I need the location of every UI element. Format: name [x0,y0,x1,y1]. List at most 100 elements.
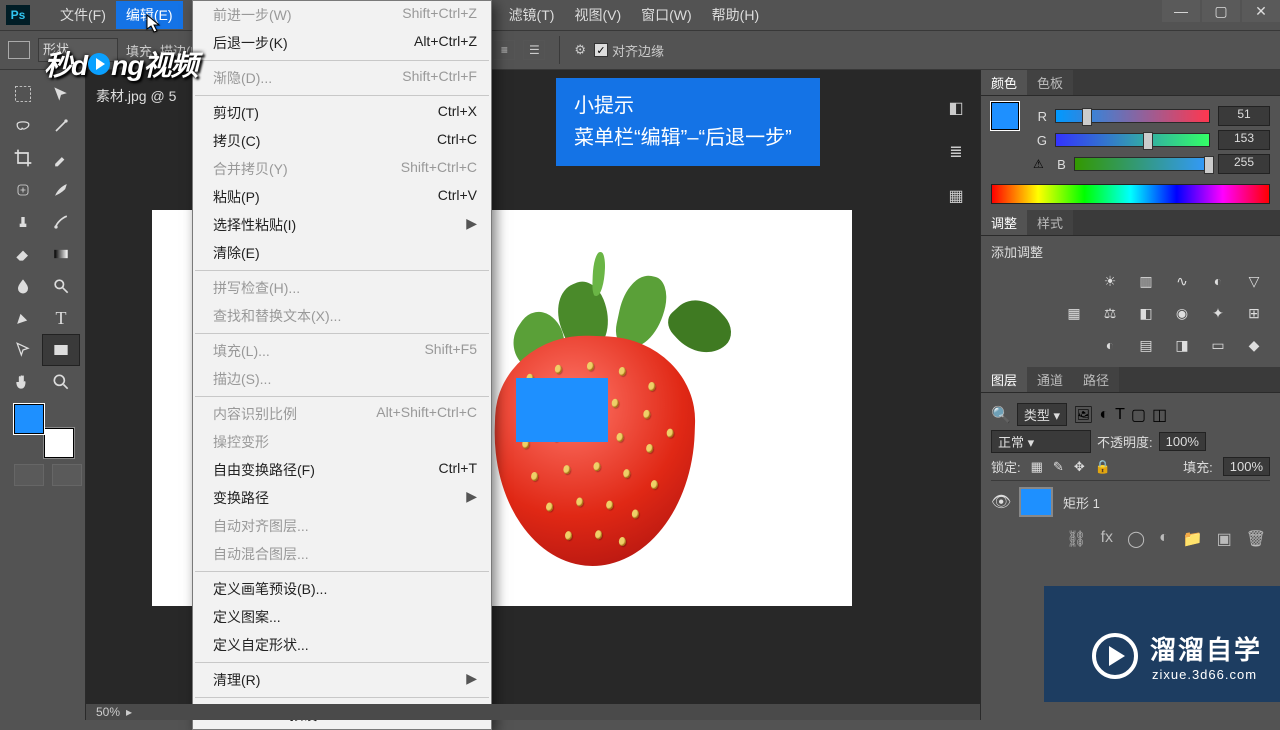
menu-paste-special[interactable]: 选择性粘贴(I)▶ [193,211,491,239]
actions-icon[interactable]: ▦ [942,182,970,210]
menu-cut[interactable]: 剪切(T)Ctrl+X [193,99,491,127]
layer-row[interactable]: 👁 矩形 1 [991,480,1270,523]
hand-tool[interactable] [4,366,42,398]
hue-icon[interactable]: ▦ [1062,303,1086,323]
zoom-tool[interactable] [42,366,80,398]
menu-help[interactable]: 帮助(H) [702,1,769,29]
eyedropper-tool[interactable] [42,142,80,174]
blend-mode-select[interactable]: 正常 ▾ [991,430,1091,453]
menu-file[interactable]: 文件(F) [50,1,116,29]
menu-transform-path[interactable]: 变换路径▶ [193,484,491,512]
menu-paste[interactable]: 粘贴(P)Ctrl+V [193,183,491,211]
gradient-tool[interactable] [42,238,80,270]
color-spectrum[interactable] [991,184,1270,204]
arrange-icon[interactable]: ☰ [523,40,545,60]
exposure-icon[interactable]: ◐ [1206,271,1230,291]
document-tab[interactable]: 素材.jpg @ 5 [96,86,176,106]
filter-adjust-icon[interactable]: ◐ [1099,406,1109,424]
colorbalance-icon[interactable]: ⚖ [1098,303,1122,323]
type-tool[interactable]: T [42,302,80,334]
menu-copy[interactable]: 拷贝(C)Ctrl+C [193,127,491,155]
pen-tool[interactable] [4,302,42,334]
color-swatch[interactable] [14,404,74,458]
layer-name[interactable]: 矩形 1 [1063,493,1100,512]
lock-move-icon[interactable]: ✥ [1074,459,1085,475]
background-color-swatch[interactable] [44,428,74,458]
brightness-icon[interactable]: ☀ [1098,271,1122,291]
gradient-map-icon[interactable]: ▭ [1206,335,1230,355]
group-icon[interactable]: 📁 [1183,529,1203,549]
filter-smart-icon[interactable]: ◫ [1152,405,1167,425]
g-value[interactable]: 153 [1218,130,1270,150]
tab-styles[interactable]: 样式 [1027,210,1073,235]
visibility-icon[interactable]: 👁 [991,492,1009,512]
marquee-tool[interactable] [4,78,42,110]
photo-filter-icon[interactable]: ◉ [1170,303,1194,323]
blur-tool[interactable] [4,270,42,302]
selective-color-icon[interactable]: ◆ [1242,335,1266,355]
r-slider[interactable] [1055,109,1210,123]
magic-wand-tool[interactable] [42,110,80,142]
link-layers-icon[interactable]: ⛓ [1066,529,1086,549]
eraser-tool[interactable] [4,238,42,270]
tab-channels[interactable]: 通道 [1027,367,1073,392]
properties-icon[interactable]: ≣ [942,138,970,166]
menu-purge[interactable]: 清理(R)▶ [193,666,491,694]
lookup-icon[interactable]: ⊞ [1242,303,1266,323]
threshold-icon[interactable]: ◨ [1170,335,1194,355]
r-value[interactable]: 51 [1218,106,1270,126]
dodge-tool[interactable] [42,270,80,302]
tab-paths[interactable]: 路径 [1073,367,1119,392]
stamp-tool[interactable] [4,206,42,238]
menu-filter[interactable]: 滤镜(T) [499,1,565,29]
fx-icon[interactable]: fx [1101,529,1113,549]
mask-icon[interactable]: ◯ [1127,529,1145,549]
fill-field[interactable]: 100% [1223,457,1270,476]
opacity-field[interactable]: 100% [1159,432,1206,451]
new-layer-icon[interactable]: ▣ [1217,529,1232,549]
tab-color[interactable]: 颜色 [981,70,1027,95]
menu-view[interactable]: 视图(V) [564,1,631,29]
align-icon[interactable]: ≡ [493,40,515,60]
filter-type-icon[interactable]: T [1115,406,1125,424]
align-edges-checkbox[interactable]: ✓ 对齐边缘 [594,41,664,60]
menu-brush-preset[interactable]: 定义画笔预设(B)... [193,575,491,603]
lock-all-icon[interactable]: 🔒 [1095,459,1111,475]
brush-tool[interactable] [42,174,80,206]
menu-clear[interactable]: 清除(E) [193,239,491,267]
screenmode-button[interactable] [52,464,82,486]
filter-image-icon[interactable]: 🖼 [1073,405,1093,425]
lasso-tool[interactable] [4,110,42,142]
invert-icon[interactable]: ◐ [1098,335,1122,355]
lock-trans-icon[interactable]: ▦ [1031,459,1043,475]
history-brush-tool[interactable] [42,206,80,238]
channel-mixer-icon[interactable]: ✦ [1206,303,1230,323]
lock-paint-icon[interactable]: ✎ [1053,459,1064,475]
posterize-icon[interactable]: ▤ [1134,335,1158,355]
healing-tool[interactable] [4,174,42,206]
levels-icon[interactable]: ▥ [1134,271,1158,291]
g-slider[interactable] [1055,133,1210,147]
menu-custom-shape[interactable]: 定义自定形状... [193,631,491,659]
rectangle-tool[interactable] [42,334,80,366]
layer-thumbnail[interactable] [1019,487,1053,517]
b-value[interactable]: 255 [1218,154,1270,174]
bw-icon[interactable]: ◧ [1134,303,1158,323]
chevron-right-icon[interactable]: ▸ [126,705,132,719]
tab-layers[interactable]: 图层 [981,367,1027,392]
tab-swatches[interactable]: 色板 [1027,70,1073,95]
foreground-color-swatch[interactable] [14,404,44,434]
b-slider[interactable] [1074,157,1210,171]
menu-free-transform[interactable]: 自由变换路径(F)Ctrl+T [193,456,491,484]
vibrance-icon[interactable]: ▽ [1242,271,1266,291]
menu-window[interactable]: 窗口(W) [631,1,702,29]
blue-rectangle-shape[interactable] [516,378,608,442]
zoom-level[interactable]: 50% [96,705,120,719]
curves-icon[interactable]: ∿ [1170,271,1194,291]
gear-icon[interactable]: ⚙ [574,42,586,58]
path-select-tool[interactable] [4,334,42,366]
filter-shape-icon[interactable]: ▢ [1131,405,1146,425]
history-icon[interactable]: ◧ [942,94,970,122]
trash-icon[interactable]: 🗑 [1246,529,1266,549]
quickmask-button[interactable] [14,464,44,486]
